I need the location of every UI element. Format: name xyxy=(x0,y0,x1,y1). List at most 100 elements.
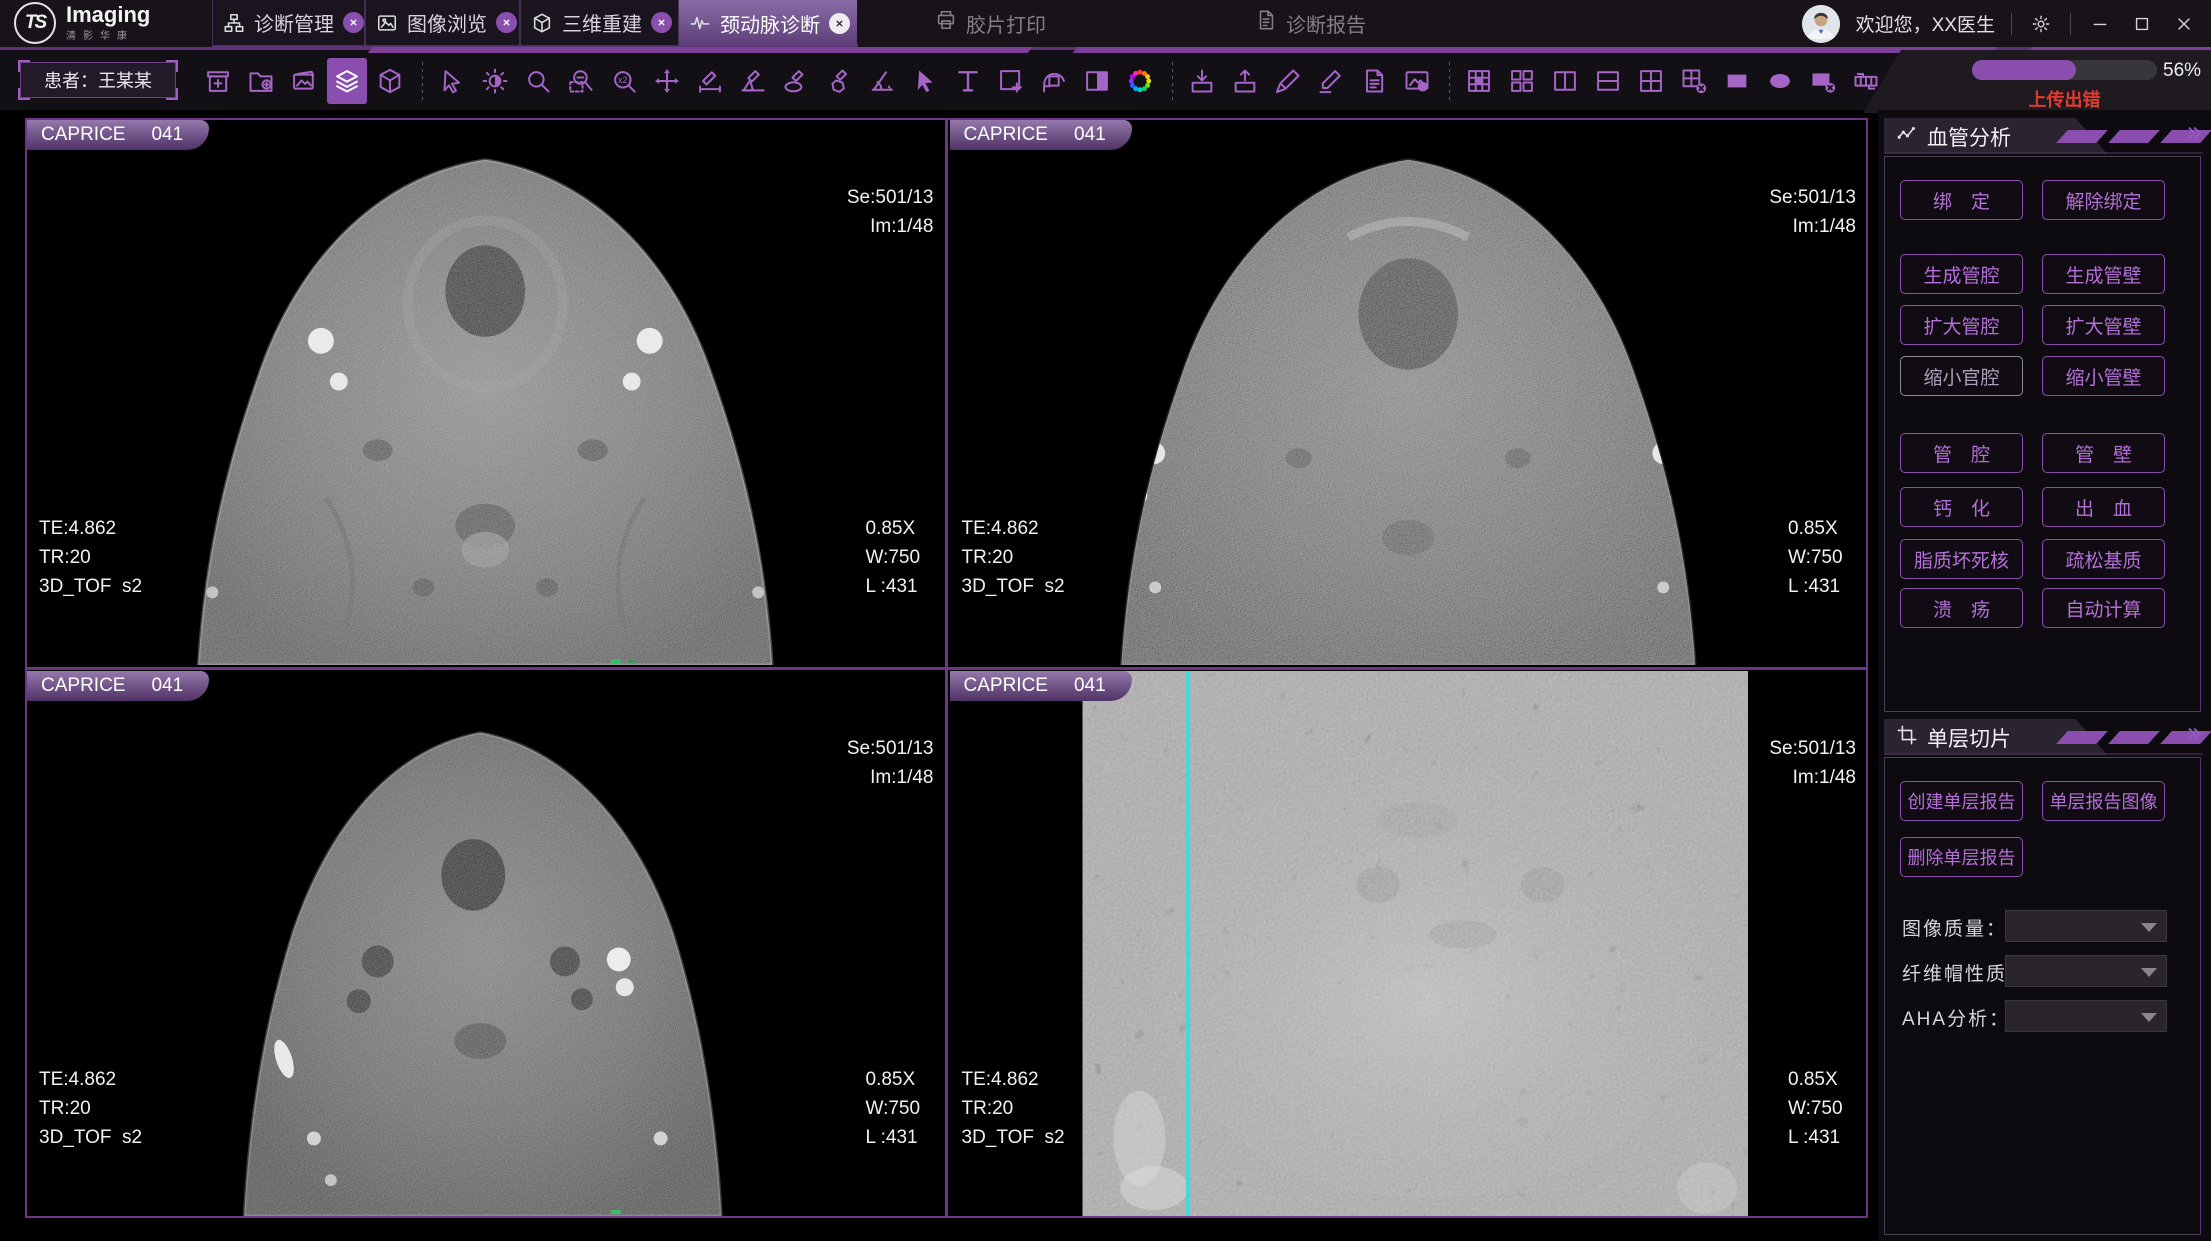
window-level-info: 0.85XW:750L :431 xyxy=(866,1007,930,1210)
pointer-icon[interactable] xyxy=(432,58,472,104)
tab-close-icon[interactable] xyxy=(829,13,850,34)
collapse-chevrons-icon[interactable] xyxy=(2185,725,2203,748)
acquisition-info: TE:4.862TR:203D_TOF s2 xyxy=(962,1007,1065,1210)
minimize-button[interactable] xyxy=(2087,11,2113,37)
menu-film-print[interactable]: 胶片打印 xyxy=(935,0,1046,46)
brand-name: Imaging xyxy=(66,5,150,25)
viewport-quadrant-2[interactable]: CAPRICE041 Se:501/13Im:1/48 TE:4.862TR:2… xyxy=(950,120,1867,665)
tab-close-icon[interactable] xyxy=(343,12,364,33)
folder-add-icon[interactable] xyxy=(241,58,281,104)
generate-lumen-button[interactable]: 生成管腔 xyxy=(1900,254,2023,294)
user-avatar[interactable] xyxy=(1802,5,1840,43)
rect-remove-icon[interactable] xyxy=(1803,58,1843,104)
brush-icon[interactable] xyxy=(1268,58,1308,104)
menu-diagnosis-report[interactable]: 诊断报告 xyxy=(1255,0,1366,46)
tab-image-browse[interactable]: 图像浏览 xyxy=(365,0,520,46)
hemorrhage-button[interactable]: 出 血 xyxy=(2042,487,2165,527)
unbind-button[interactable]: 解除绑定 xyxy=(2042,180,2165,220)
split-v-icon[interactable] xyxy=(1545,58,1585,104)
wall-button[interactable]: 管 壁 xyxy=(2042,433,2165,473)
angle-tool-icon[interactable] xyxy=(862,58,902,104)
collapse-chevrons-icon[interactable] xyxy=(2185,124,2203,147)
pan-icon[interactable] xyxy=(647,58,687,104)
maximize-button[interactable] xyxy=(2129,11,2155,37)
single-slice-header[interactable]: 单层切片 xyxy=(1884,719,2203,755)
acquisition-info: TE:4.862TR:203D_TOF s2 xyxy=(39,1007,142,1210)
bind-button[interactable]: 绑 定 xyxy=(1900,180,2023,220)
calcification-button[interactable]: 钙 化 xyxy=(1900,487,2023,527)
tab-diagnosis-management[interactable]: 诊断管理 xyxy=(212,0,365,46)
ulcer-button[interactable]: 溃 疡 xyxy=(1900,588,2023,628)
expand-lumen-button[interactable]: 扩大管腔 xyxy=(1900,305,2023,345)
pen-line-icon[interactable] xyxy=(1311,58,1351,104)
upload-progress-fill xyxy=(1972,60,2076,80)
archive-add-icon[interactable] xyxy=(198,58,238,104)
delete-slice-report-button[interactable]: 删除单层报告 xyxy=(1900,837,2023,877)
measure-ellipse-icon[interactable] xyxy=(776,58,816,104)
settings-gear-icon[interactable] xyxy=(2028,11,2054,37)
split-h-icon[interactable] xyxy=(1588,58,1628,104)
cube3d-icon[interactable] xyxy=(370,58,410,104)
decorative-stripe xyxy=(1072,47,1997,53)
viewport-quadrant-1[interactable]: CAPRICE041 Se:501/13Im:1/48 TE:4.862TR:2… xyxy=(27,120,944,665)
auto-calculate-button[interactable]: 自动计算 xyxy=(2042,588,2165,628)
expand-wall-button[interactable]: 扩大管壁 xyxy=(2042,305,2165,345)
invert-icon[interactable] xyxy=(1077,58,1117,104)
fibrous-cap-select[interactable] xyxy=(2005,955,2167,987)
grid-2x2-x-icon[interactable] xyxy=(1674,58,1714,104)
vessel-analysis-header[interactable]: 血管分析 xyxy=(1884,118,2203,154)
grid-2x2-icon[interactable] xyxy=(1631,58,1671,104)
toolbar: 患者：王某某 x2 56% 上传出错 xyxy=(0,47,2211,110)
tab-close-icon[interactable] xyxy=(651,12,672,33)
image-icon xyxy=(376,11,398,35)
slice-icon xyxy=(1896,724,1918,752)
aha-analysis-select[interactable] xyxy=(2005,1000,2167,1032)
tab-3d-reconstruction[interactable]: 三维重建 xyxy=(520,0,679,46)
tab-carotid-diagnosis[interactable]: 颈动脉诊断 xyxy=(679,0,857,46)
rect-shape-icon[interactable] xyxy=(1717,58,1757,104)
zoom-2x-icon[interactable]: x2 xyxy=(604,58,644,104)
shrink-wall-button[interactable]: 缩小管壁 xyxy=(2042,356,2165,396)
zoom-icon[interactable] xyxy=(518,58,558,104)
brightness-icon[interactable] xyxy=(475,58,515,104)
rotate-view-icon[interactable] xyxy=(1034,58,1074,104)
right-sidebar: 血管分析 绑 定解除绑定生成管腔生成管壁扩大管腔扩大管壁缩小官腔缩小管壁管 腔管… xyxy=(1878,110,2211,1241)
upload-error-text: 上传出错 xyxy=(1972,86,2157,112)
decorative-stripe xyxy=(2108,130,2160,143)
viewport-quadrant-4[interactable]: CAPRICE041 Se:501/13Im:1/48 TE:4.862TR:2… xyxy=(950,671,1867,1216)
toolbar-divider xyxy=(422,62,423,100)
measure-polygon-icon[interactable] xyxy=(819,58,859,104)
lumen-button[interactable]: 管 腔 xyxy=(1900,433,2023,473)
grid-3x3-icon[interactable] xyxy=(1459,58,1499,104)
arrow-annotate-icon[interactable] xyxy=(905,58,945,104)
shrink-lumen-button[interactable]: 缩小官腔 xyxy=(1900,356,2023,396)
ellipse-shape-icon[interactable] xyxy=(1760,58,1800,104)
snapshot-icon[interactable] xyxy=(1397,58,1437,104)
measure-angle-icon[interactable] xyxy=(733,58,773,104)
waveform-icon xyxy=(689,11,711,35)
slice-report-image-button[interactable]: 单层报告图像 xyxy=(2042,781,2165,821)
generate-wall-button[interactable]: 生成管壁 xyxy=(2042,254,2165,294)
report-add-icon[interactable] xyxy=(1354,58,1394,104)
patient-name-field[interactable]: 患者：王某某 xyxy=(20,62,176,98)
brand-subtitle: 清影华康 xyxy=(66,27,150,42)
close-button[interactable] xyxy=(2171,11,2197,37)
roi-add-icon[interactable] xyxy=(991,58,1031,104)
upload-percent: 56% xyxy=(2163,60,2201,82)
loose-matrix-button[interactable]: 疏松基质 xyxy=(2042,539,2165,579)
vessel-analysis-icon xyxy=(1896,123,1918,151)
download-icon[interactable] xyxy=(1182,58,1222,104)
image-quality-select[interactable] xyxy=(2005,910,2167,942)
layers-icon[interactable] xyxy=(327,58,367,104)
gallery-icon[interactable] xyxy=(284,58,324,104)
tab-close-icon[interactable] xyxy=(496,12,517,33)
create-slice-report-button[interactable]: 创建单层报告 xyxy=(1900,781,2023,821)
grid-quad-icon[interactable] xyxy=(1502,58,1542,104)
measure-length-icon[interactable] xyxy=(690,58,730,104)
color-wheel-icon[interactable] xyxy=(1120,58,1160,104)
viewport-quadrant-3[interactable]: CAPRICE041 Se:501/13Im:1/48 TE:4.862TR:2… xyxy=(27,671,944,1216)
upload-icon[interactable] xyxy=(1225,58,1265,104)
zoom-region-icon[interactable] xyxy=(561,58,601,104)
lipid-necrotic-core-button[interactable]: 脂质坏死核 xyxy=(1900,539,2023,579)
text-tool-icon[interactable] xyxy=(948,58,988,104)
